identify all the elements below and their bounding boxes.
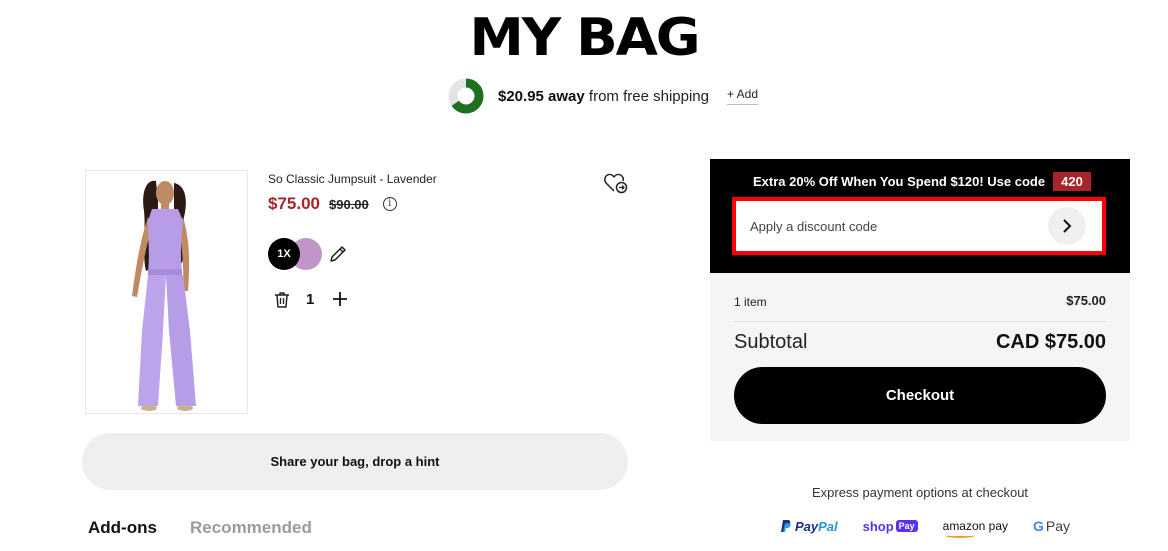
tab-recommended[interactable]: Recommended <box>190 518 312 538</box>
add-items-link[interactable]: + Add <box>726 87 759 105</box>
express-payment-label: Express payment options at checkout <box>811 485 1029 500</box>
shipping-progress-ring <box>448 78 484 114</box>
share-bag-button[interactable]: Share your bag, drop a hint <box>82 433 628 490</box>
discount-code-placeholder[interactable]: Apply a discount code <box>750 219 877 234</box>
paypal-part1: Pay <box>795 518 819 534</box>
free-shipping-progress: $20.95 away from free shipping + Add <box>448 78 759 114</box>
subtotal-label: Subtotal <box>734 331 808 353</box>
checkout-button[interactable]: Checkout <box>734 367 1106 424</box>
price-row: $75.00 $90.00 i <box>268 194 397 214</box>
order-summary: 1 item $75.00 Subtotal CAD $75.00 Checko… <box>710 273 1130 441</box>
edit-pencil-icon[interactable] <box>328 244 348 264</box>
page-title: MY BAG <box>469 8 701 68</box>
trash-icon[interactable] <box>274 291 290 309</box>
amazon-pay-name: amazon pay <box>942 519 1009 533</box>
product-name[interactable]: So Classic Jumpsuit - Lavender <box>268 172 437 186</box>
shipping-amount: $20.95 away <box>498 87 585 105</box>
promo-message: Extra 20% Off When You Spend $120! Use c… <box>753 172 1091 191</box>
sale-price: $75.00 <box>268 194 320 213</box>
amazon-pay-logo: amazon pay <box>942 519 1009 538</box>
shop-pay-tag: Pay <box>895 520 918 532</box>
summary-divider <box>734 321 1106 322</box>
google-g-icon: G <box>1032 518 1044 534</box>
paypal-logo: Pay Pal <box>780 519 838 534</box>
quantity-value: 1 <box>306 291 315 308</box>
quantity-badge: 1X <box>268 238 300 270</box>
shipping-rest: from free shipping <box>584 87 709 105</box>
chevron-right-icon <box>1063 219 1072 233</box>
payment-methods: Pay Pal shop Pay amazon pay G Pay <box>780 514 1070 538</box>
amazon-smile-icon <box>944 533 975 538</box>
discount-code-field[interactable]: Apply a discount code <box>736 201 1102 251</box>
info-icon[interactable]: i <box>382 197 397 211</box>
item-count: 1 item <box>734 295 767 309</box>
google-pay-logo: G Pay <box>1033 518 1070 534</box>
google-pay-name: Pay <box>1045 518 1070 534</box>
shipping-message: $20.95 away from free shipping <box>498 88 709 105</box>
wishlist-heart-icon[interactable] <box>604 172 628 194</box>
promo-text: Extra 20% Off When You Spend $120! Use c… <box>753 174 1046 189</box>
paypal-icon <box>781 520 791 532</box>
promo-banner: Extra 20% Off When You Spend $120! Use c… <box>710 159 1130 273</box>
paypal-part2: Pal <box>818 518 838 534</box>
plus-icon[interactable] <box>331 290 349 308</box>
tab-add-ons[interactable]: Add-ons <box>88 518 157 538</box>
original-price: $90.00 <box>329 196 369 212</box>
shop-pay-name: shop <box>862 518 894 534</box>
promo-code-badge: 420 <box>1053 172 1091 191</box>
items-price: $75.00 <box>1066 293 1106 308</box>
apply-discount-button[interactable] <box>1048 207 1086 245</box>
shop-pay-logo: shop Pay <box>863 519 918 534</box>
subtotal-value: CAD $75.00 <box>995 331 1106 353</box>
product-image[interactable] <box>85 170 248 414</box>
